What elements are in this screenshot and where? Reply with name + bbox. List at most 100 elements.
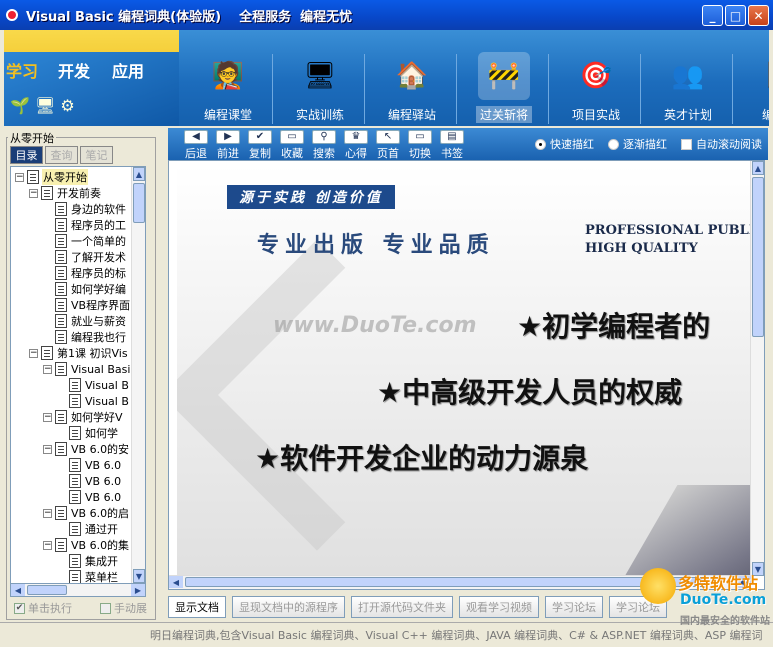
tree-item[interactable]: 就业与薪资 [43, 313, 127, 329]
tree-item[interactable]: Visual B [57, 377, 130, 393]
tree-item[interactable]: 程序员的标 [43, 265, 127, 281]
tab-search[interactable]: 查询 [45, 146, 78, 164]
scroll-thumb[interactable] [27, 585, 67, 595]
close-button[interactable]: ✕ [748, 5, 769, 26]
back-button[interactable]: ◀ 后退 [182, 130, 210, 160]
category-tabs: 学习 开发 应用 🌱 🖥 ⚙ [4, 30, 179, 126]
maximize-button[interactable]: □ [725, 5, 746, 26]
tree-item[interactable]: Visual B [57, 393, 130, 409]
fast-highlight-radio[interactable] [535, 138, 546, 150]
top-button[interactable]: ↖ 页首 [374, 130, 402, 160]
scroll-thumb[interactable] [185, 577, 705, 587]
nav-station[interactable]: 🏠 编程驿站 [366, 30, 458, 126]
tab-learn[interactable]: 学习 [6, 58, 38, 82]
tab-forum[interactable]: 学习论坛 [545, 596, 603, 618]
app-icon[interactable] [6, 9, 18, 21]
collapse-icon[interactable]: − [43, 540, 52, 550]
document-vertical-scrollbar[interactable]: ▲ ▼ [750, 161, 764, 576]
tab-contents[interactable]: 目录 [10, 146, 43, 164]
tree-item[interactable]: − 如何学好V [43, 409, 124, 425]
tree-item-label: 从零开始 [42, 169, 88, 185]
tree-item[interactable]: 如何学好编 [43, 281, 127, 297]
scroll-up-icon[interactable]: ▲ [133, 167, 145, 181]
nav-challenge[interactable]: 🚧 过关斩将 [458, 30, 550, 126]
copy-button[interactable]: ✔ 复制 [246, 130, 274, 160]
collapse-icon[interactable]: − [15, 172, 24, 182]
nav-classroom[interactable]: 🧑‍🏫 编程课堂 [182, 30, 274, 126]
tree-item[interactable]: − 开发前奏 [29, 185, 102, 201]
document-icon [55, 314, 67, 328]
collapse-icon[interactable]: − [43, 508, 52, 518]
contents-tree[interactable]: − 从零开始 − 开发前奏 身边的软件 程序员的工 一个简单的 了解开发术 程序员的标 如何学好编… [10, 166, 146, 584]
tree-item[interactable]: VB程序界面 [43, 297, 131, 313]
document-view[interactable]: 源于实践 创造价值 专业出版 专业品质 PROFESSIONAL PUBLIS … [168, 160, 765, 590]
minimize-button[interactable]: _ [702, 5, 723, 26]
logo-icon [640, 568, 676, 604]
gradual-highlight-radio[interactable] [608, 138, 619, 150]
bookmark-button[interactable]: ▤ 书签 [438, 130, 466, 160]
tree-item[interactable]: 身边的软件 [43, 201, 127, 217]
collapse-icon[interactable]: − [43, 412, 52, 422]
scroll-thumb[interactable] [752, 177, 764, 337]
forward-button[interactable]: ▶ 前进 [214, 130, 242, 160]
bookmark-icon: ▤ [440, 130, 464, 144]
banner-line-1: ★初学编程者的 [517, 310, 711, 343]
tree-item[interactable]: VB 6.0 [57, 489, 122, 505]
tree-item[interactable]: − VB 6.0的启 [43, 505, 130, 521]
tab-watch-video[interactable]: 观看学习视频 [459, 596, 539, 618]
manual-expand-checkbox[interactable]: 手动展 [100, 600, 147, 616]
tree-item[interactable]: − 从零开始 [15, 169, 88, 185]
auto-scroll-checkbox[interactable] [681, 138, 692, 150]
single-click-checkbox[interactable]: ✔ 单击执行 [14, 600, 72, 616]
checkbox-label: 自动滚动阅读 [696, 138, 762, 151]
copy-icon: ✔ [248, 130, 272, 144]
switch-button[interactable]: ▭ 切换 [406, 130, 434, 160]
tree-item[interactable]: 程序员的工 [43, 217, 127, 233]
collapse-icon[interactable]: − [43, 444, 52, 454]
tree-item[interactable]: 集成开 [57, 553, 119, 569]
nav-practice[interactable]: 🖥 实战训练 [274, 30, 366, 126]
collapse-icon[interactable]: − [29, 348, 38, 358]
nav-label: 编程规 [761, 108, 769, 122]
tree-item[interactable]: − Visual Basic [43, 361, 137, 377]
nav-projects[interactable]: 🎯 项目实战 [550, 30, 642, 126]
scroll-right-icon[interactable]: ▶ [131, 584, 145, 596]
favorite-button[interactable]: ▭ 收藏 [278, 130, 306, 160]
scroll-left-icon[interactable]: ◀ [169, 576, 183, 588]
tree-item[interactable]: − VB 6.0的集 [43, 537, 130, 553]
collapse-icon[interactable]: − [29, 188, 38, 198]
tab-apply[interactable]: 应用 [112, 58, 144, 82]
tree-item[interactable]: 菜单栏 [57, 569, 119, 583]
tree-item[interactable]: 一个简单的 [43, 233, 127, 249]
document-icon [55, 218, 67, 232]
tree-item[interactable]: − 第1课 初识Vis [29, 345, 129, 361]
nav-talent[interactable]: 👥 英才计划 [642, 30, 734, 126]
tab-open-source-folder[interactable]: 打开源代码文件夹 [351, 596, 453, 618]
document-icon [69, 458, 81, 472]
search-button[interactable]: ⚲ 搜索 [310, 130, 338, 160]
tree-item-label: VB 6.0的启 [71, 507, 130, 520]
tree-item[interactable]: 了解开发术 [43, 249, 127, 265]
tab-develop[interactable]: 开发 [58, 58, 90, 82]
tree-item[interactable]: 如何学 [57, 425, 119, 441]
tree-item[interactable]: 通过开 [57, 521, 119, 537]
tree-item[interactable]: − VB 6.0的安 [43, 441, 130, 457]
scroll-thumb[interactable] [133, 183, 145, 223]
house-icon: 🏠 [395, 61, 429, 91]
tree-item[interactable]: 编程我也行 [43, 329, 127, 345]
tree-horizontal-scrollbar[interactable]: ◀ ▶ [10, 583, 146, 597]
tab-notes[interactable]: 笔记 [80, 146, 113, 164]
tree-item[interactable]: VB 6.0 [57, 473, 122, 489]
nav-label: 实战训练 [295, 108, 344, 122]
scroll-up-icon[interactable]: ▲ [752, 161, 764, 175]
scroll-left-icon[interactable]: ◀ [11, 584, 25, 596]
tab-show-document[interactable]: 显示文档 [168, 596, 226, 618]
tab-show-source[interactable]: 显现文档中的源程序 [232, 596, 345, 618]
tree-vertical-scrollbar[interactable]: ▲ ▼ [131, 167, 145, 583]
tree-item[interactable]: VB 6.0 [57, 457, 122, 473]
nav-standards[interactable]: 📘 编程规 [734, 30, 769, 126]
notes-button[interactable]: ♛ 心得 [342, 130, 370, 160]
document-icon [69, 426, 81, 440]
collapse-icon[interactable]: − [43, 364, 52, 374]
scroll-down-icon[interactable]: ▼ [133, 569, 145, 583]
